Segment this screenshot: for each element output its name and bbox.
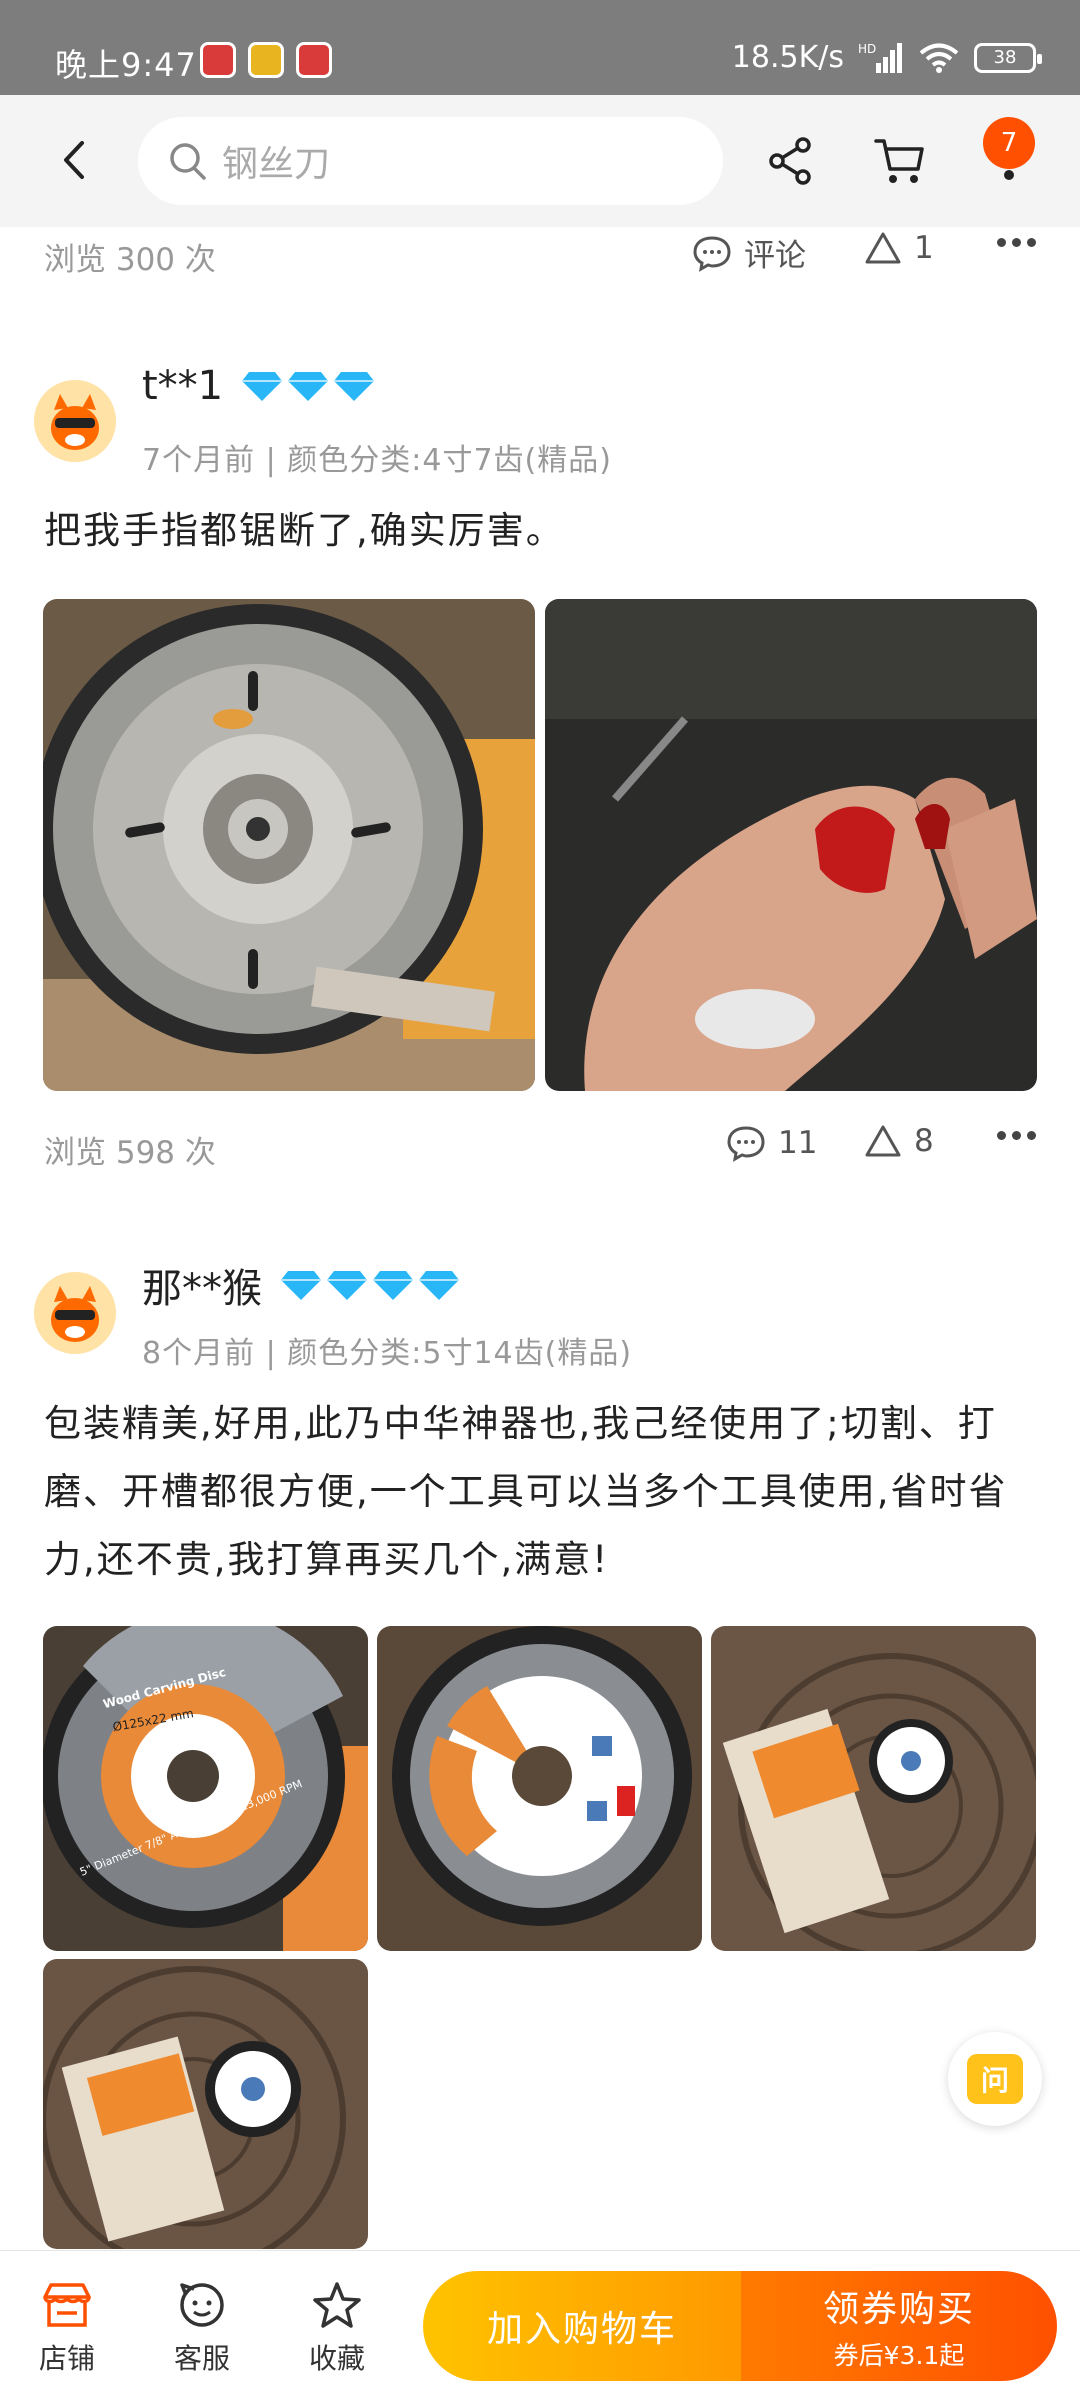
avatar[interactable] bbox=[34, 1272, 116, 1354]
cart-count-badge: 7 bbox=[983, 117, 1035, 169]
reviewer-name-row: t**1 bbox=[142, 363, 375, 409]
battery-level: 38 bbox=[993, 47, 1017, 68]
app-notification-icon bbox=[296, 42, 332, 78]
package-on-wood-photo[interactable] bbox=[711, 1626, 1036, 1951]
star-icon bbox=[313, 2282, 361, 2328]
customer-service-tab[interactable]: 客服 bbox=[157, 2281, 247, 2377]
comment-button[interactable]: 评论 bbox=[692, 230, 806, 275]
status-bar: 晚上9:47 18.5K/s HD 38 bbox=[0, 0, 1080, 95]
like-button[interactable]: 8 bbox=[864, 1123, 934, 1159]
diamond-icon bbox=[373, 1271, 413, 1300]
favorite-label: 收藏 bbox=[308, 2342, 365, 2375]
view-count: 浏览 598 次 bbox=[44, 1135, 216, 1171]
search-placeholder: 钢丝刀 bbox=[222, 144, 331, 185]
top-nav-bar: 钢丝刀 7 bbox=[0, 95, 1080, 227]
app-notification-icon bbox=[248, 42, 284, 78]
shop-icon bbox=[43, 2283, 91, 2327]
injured-finger-photo[interactable] bbox=[545, 599, 1037, 1091]
saw-disc-photo[interactable] bbox=[43, 599, 535, 1091]
disc-label-photo[interactable]: Wood Carving Disc Ø125x22 mm 5" Diameter… bbox=[43, 1626, 368, 1951]
diamond-icon bbox=[281, 1271, 321, 1300]
notification-icons bbox=[200, 42, 332, 78]
like-triangle-icon bbox=[865, 232, 901, 264]
comment-button[interactable]: 11 bbox=[726, 1123, 817, 1163]
add-to-cart-button[interactable]: 加入购物车 bbox=[423, 2271, 741, 2381]
signal-hd-label: HD bbox=[858, 42, 876, 56]
view-count: 浏览 300 次 bbox=[44, 242, 216, 278]
avatar-fox-icon bbox=[34, 380, 116, 462]
diamond-icon bbox=[288, 372, 329, 401]
cart-icon[interactable] bbox=[872, 133, 928, 189]
review-text: 把我手指都锯断了,确实厉害。 bbox=[44, 509, 565, 552]
review-footer: 浏览 598 次 11 8 bbox=[0, 1113, 1080, 1183]
reviewer-name: 那**猴 bbox=[142, 1266, 262, 1312]
review-footer: 浏览 300 次 评论 1 bbox=[0, 220, 1080, 290]
diamond-icon bbox=[419, 1271, 459, 1300]
disc-label-photo[interactable] bbox=[377, 1626, 702, 1951]
network-speed: 18.5K/s bbox=[731, 40, 844, 75]
more-options-icon[interactable] bbox=[997, 238, 1036, 247]
status-right: 18.5K/s HD 38 bbox=[731, 40, 1042, 75]
more-menu-icon[interactable] bbox=[1004, 170, 1014, 180]
avatar-fox-icon bbox=[34, 1272, 116, 1354]
wifi-icon bbox=[919, 43, 959, 73]
like-button[interactable]: 1 bbox=[864, 230, 934, 266]
bottom-action-bar: 店铺 客服 收藏 加入购物车 领券购买 券后¥3.1起 bbox=[0, 2250, 1080, 2400]
reviewer-name-row: 那**猴 bbox=[142, 1256, 460, 1314]
comment-icon bbox=[727, 1126, 765, 1162]
review-meta: 7个月前 | 颜色分类:4寸7齿(精品) bbox=[142, 443, 612, 478]
package-on-wood-photo[interactable] bbox=[43, 1959, 368, 2249]
review-text: 包装精美,好用,此乃中华神器也,我己经使用了;切割、打磨、开槽都很方便,一个工具… bbox=[44, 1402, 1008, 1581]
diamond-icon bbox=[242, 372, 283, 401]
favorite-tab[interactable]: 收藏 bbox=[292, 2281, 382, 2377]
vip-diamonds bbox=[280, 1269, 460, 1301]
app-notification-icon bbox=[200, 42, 236, 78]
battery-icon: 38 bbox=[974, 42, 1042, 73]
search-bar[interactable]: 钢丝刀 bbox=[138, 117, 723, 205]
review-card: 那**猴 8个月前 | 颜色分类:5寸14齿(精品) 包装精美,好用,此乃中华神… bbox=[0, 1248, 1080, 2249]
shop-label: 店铺 bbox=[38, 2342, 95, 2375]
service-icon bbox=[180, 2283, 224, 2327]
service-label: 客服 bbox=[173, 2342, 230, 2375]
comment-count: 11 bbox=[778, 1125, 818, 1161]
diamond-icon bbox=[334, 372, 375, 401]
ask-float-button[interactable]: 问 bbox=[948, 2032, 1042, 2126]
comment-label: 评论 bbox=[744, 238, 806, 274]
comment-icon bbox=[693, 235, 731, 272]
share-icon[interactable] bbox=[763, 133, 819, 189]
buy-title: 领券购买 bbox=[822, 2289, 975, 2330]
like-count: 1 bbox=[914, 230, 934, 266]
coupon-buy-button[interactable]: 领券购买 券后¥3.1起 bbox=[741, 2271, 1057, 2381]
like-triangle-icon bbox=[865, 1125, 901, 1157]
signal-icon: HD bbox=[858, 42, 902, 73]
vip-diamonds bbox=[241, 370, 375, 402]
back-icon[interactable] bbox=[50, 135, 100, 185]
shop-tab[interactable]: 店铺 bbox=[22, 2281, 112, 2377]
review-meta: 8个月前 | 颜色分类:5寸14齿(精品) bbox=[142, 1336, 633, 1371]
review-card: t**1 7个月前 | 颜色分类:4寸7齿(精品) 把我手指都锯断了,确实厉害。 bbox=[0, 355, 1080, 1171]
status-time: 晚上9:47 bbox=[55, 46, 197, 84]
reviewer-name: t**1 bbox=[142, 363, 224, 409]
like-count: 8 bbox=[914, 1123, 934, 1159]
diamond-icon bbox=[327, 1271, 367, 1300]
avatar[interactable] bbox=[34, 380, 116, 462]
search-icon bbox=[170, 143, 206, 180]
ask-label: 问 bbox=[967, 2054, 1023, 2104]
purchase-buttons: 加入购物车 领券购买 券后¥3.1起 bbox=[423, 2271, 1057, 2381]
more-options-icon[interactable] bbox=[997, 1131, 1036, 1140]
buy-subtitle: 券后¥3.1起 bbox=[833, 2341, 965, 2370]
